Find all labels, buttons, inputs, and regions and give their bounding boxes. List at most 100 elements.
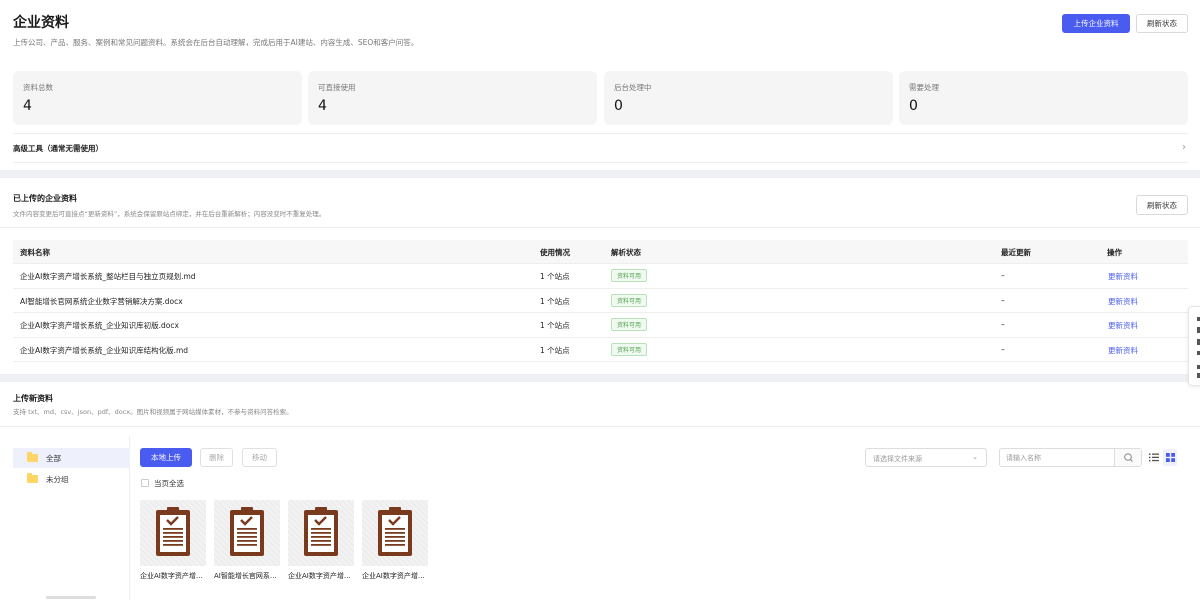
column-header: 最近更新: [1001, 248, 1031, 257]
horizontal-scrollbar[interactable]: [46, 596, 96, 599]
last-updated: –: [1001, 295, 1005, 305]
divider: [13, 133, 1188, 134]
clipboard-icon: [230, 507, 264, 556]
usage: 1 个站点: [540, 321, 570, 330]
table-row: 企业AI数字资产增长系统_企业知识库结构化版.md 1 个站点 资料可用 – 更…: [13, 338, 1188, 362]
grid-view-icon: [1165, 453, 1175, 462]
file-thumbnail: [362, 500, 428, 566]
file-name: 企业AI数字资产增长系统_整站栏目与独立页规划.md: [20, 272, 196, 281]
update-material-link[interactable]: 更新资料: [1108, 296, 1138, 307]
usage: 1 个站点: [540, 345, 570, 355]
status-badge: 资料可用: [611, 318, 648, 331]
file-thumbnail: [140, 500, 206, 566]
file-name: 企业AI数字资产增长系统_企业知识库结构化版.md: [362, 572, 428, 580]
last-updated: –: [1001, 271, 1005, 280]
divider: [0, 426, 1200, 427]
grid-view-toggle[interactable]: [1163, 449, 1177, 466]
file-name: 企业AI数字资产增长系统_企业知识库初版.docx: [288, 572, 354, 580]
last-updated: –: [1001, 344, 1005, 354]
table-row: AI智能增长官网系统企业数字营销解决方案.docx 1 个站点 资料可用 – 更…: [13, 289, 1188, 313]
folder-tree: 全部 未分组: [13, 436, 130, 600]
move-button[interactable]: 移动: [242, 448, 277, 467]
select-all-label: 当页全选: [154, 479, 184, 488]
select-all-checkbox[interactable]: [141, 479, 149, 487]
select-placeholder: 请选择文件来源: [873, 455, 922, 463]
page-description: 上传公司、产品、服务、案例和常见问题资料。系统会在后台自动理解，完成后用于AI建…: [13, 38, 419, 47]
divider: [13, 162, 1188, 163]
file-card[interactable]: AI智能增长官网系统企业数字营销解决方案.docx: [214, 500, 280, 581]
file-thumbnail: [288, 500, 354, 566]
upload-new-card: 上传新资料 支持 txt、md、csv、json、pdf、docx。图片和视频属…: [0, 382, 1200, 600]
column-header: 使用情况: [540, 248, 570, 257]
section-title: 已上传的企业资料: [13, 194, 77, 203]
file-name: 企业AI数字资产增长系统_企业知识库初版.docx: [20, 321, 179, 330]
last-updated: –: [1001, 320, 1005, 329]
materials-table: 资料名称 使用情况 解析状态 最近更新 操作 企业AI数字资产增长系统_整站栏目…: [13, 240, 1188, 362]
file-name: AI智能增长官网系统企业数字营销解决方案.docx: [20, 296, 183, 306]
status-badge: 资料可用: [611, 342, 648, 356]
clipboard-icon: [304, 507, 338, 556]
floating-side-tab[interactable]: [1188, 306, 1200, 386]
update-material-link[interactable]: 更新资料: [1108, 320, 1138, 331]
file-name: AI智能增长官网系统企业数字营销解决方案.docx: [214, 572, 280, 580]
search-box: [999, 448, 1142, 467]
file-card[interactable]: 企业AI数字资产增长系统_企业知识库初版.docx: [288, 500, 354, 581]
column-header: 操作: [1107, 248, 1122, 257]
stat-label: 可直接使用: [318, 83, 356, 92]
table-row: 企业AI数字资产增长系统_企业知识库初版.docx 1 个站点 资料可用 – 更…: [13, 313, 1188, 338]
search-button[interactable]: [1114, 449, 1141, 466]
column-header: 解析状态: [611, 248, 641, 257]
section-title: 上传新资料: [13, 394, 53, 403]
usage: 1 个站点: [540, 296, 570, 306]
file-card[interactable]: 企业AI数字资产增长系统_整站栏目与独立页规划.md: [140, 500, 206, 581]
update-material-link[interactable]: 更新资料: [1108, 271, 1138, 282]
stat-total: 资料总数 4: [13, 71, 302, 125]
file-card[interactable]: 企业AI数字资产增长系统_企业知识库结构化版.md: [362, 500, 428, 581]
refresh-status-button[interactable]: 刷新状态: [1136, 195, 1188, 215]
divider: [0, 227, 1200, 228]
folder-icon: [27, 452, 38, 462]
file-source-select[interactable]: 请选择文件来源 ⌄: [865, 448, 987, 467]
stat-ready: 可直接使用 4: [308, 71, 597, 125]
chevron-right-icon[interactable]: ›: [1182, 142, 1186, 153]
column-header: 资料名称: [20, 248, 50, 257]
folder-ungrouped[interactable]: 未分组: [13, 469, 130, 489]
folder-label: 未分组: [46, 474, 69, 484]
table-header: 资料名称 使用情况 解析状态 最近更新 操作: [13, 240, 1188, 264]
file-name: 企业AI数字资产增长系统_企业知识库结构化版.md: [20, 345, 189, 355]
stat-value: 4: [318, 98, 327, 114]
page-title: 企业资料: [13, 15, 69, 31]
table-row: 企业AI数字资产增长系统_整站栏目与独立页规划.md 1 个站点 资料可用 – …: [13, 264, 1188, 289]
refresh-status-button[interactable]: 刷新状态: [1136, 14, 1188, 33]
section-description: 文件内容变更后可直接点“更新资料”，系统会保留原站点绑定，并在后台重新解析；内容…: [13, 210, 326, 218]
clipboard-icon: [378, 507, 412, 556]
stat-needs-action: 需要处理 0: [899, 71, 1188, 125]
file-name: 企业AI数字资产增长系统_整站栏目与独立页规划.md: [140, 572, 206, 580]
clipboard-icon: [156, 507, 190, 556]
list-view-toggle[interactable]: [1147, 449, 1161, 466]
update-material-link[interactable]: 更新资料: [1108, 345, 1138, 356]
status-badge: 资料可用: [611, 293, 648, 307]
stat-value: 0: [614, 98, 623, 114]
search-icon: [1124, 453, 1133, 462]
advanced-tools-toggle[interactable]: 高级工具（通常无需使用）: [13, 143, 103, 154]
list-view-icon: [1149, 453, 1159, 462]
stat-processing: 后台处理中 0: [604, 71, 893, 125]
section-description: 支持 txt、md、csv、json、pdf、docx。图片和视频属于网站媒体素…: [13, 408, 293, 416]
usage: 1 个站点: [540, 272, 570, 281]
chevron-down-icon: ⌄: [972, 453, 978, 461]
stat-value: 4: [23, 98, 32, 114]
search-input[interactable]: [1006, 452, 1111, 464]
stat-value: 0: [909, 98, 918, 114]
stat-label: 后台处理中: [614, 83, 652, 92]
uploaded-materials-card: 已上传的企业资料 文件内容变更后可直接点“更新资料”，系统会保留原站点绑定，并在…: [0, 178, 1200, 374]
local-upload-button[interactable]: 本地上传: [140, 448, 192, 467]
upload-materials-button[interactable]: 上传企业资料: [1062, 14, 1130, 33]
folder-icon: [27, 473, 38, 483]
folder-all[interactable]: 全部: [13, 448, 130, 468]
stat-label: 需要处理: [909, 83, 939, 92]
overview-card: 企业资料 上传公司、产品、服务、案例和常见问题资料。系统会在后台自动理解，完成后…: [0, 0, 1200, 170]
status-badge: 资料可用: [611, 269, 648, 282]
stat-label: 资料总数: [23, 83, 53, 92]
delete-button[interactable]: 删除: [200, 448, 233, 467]
